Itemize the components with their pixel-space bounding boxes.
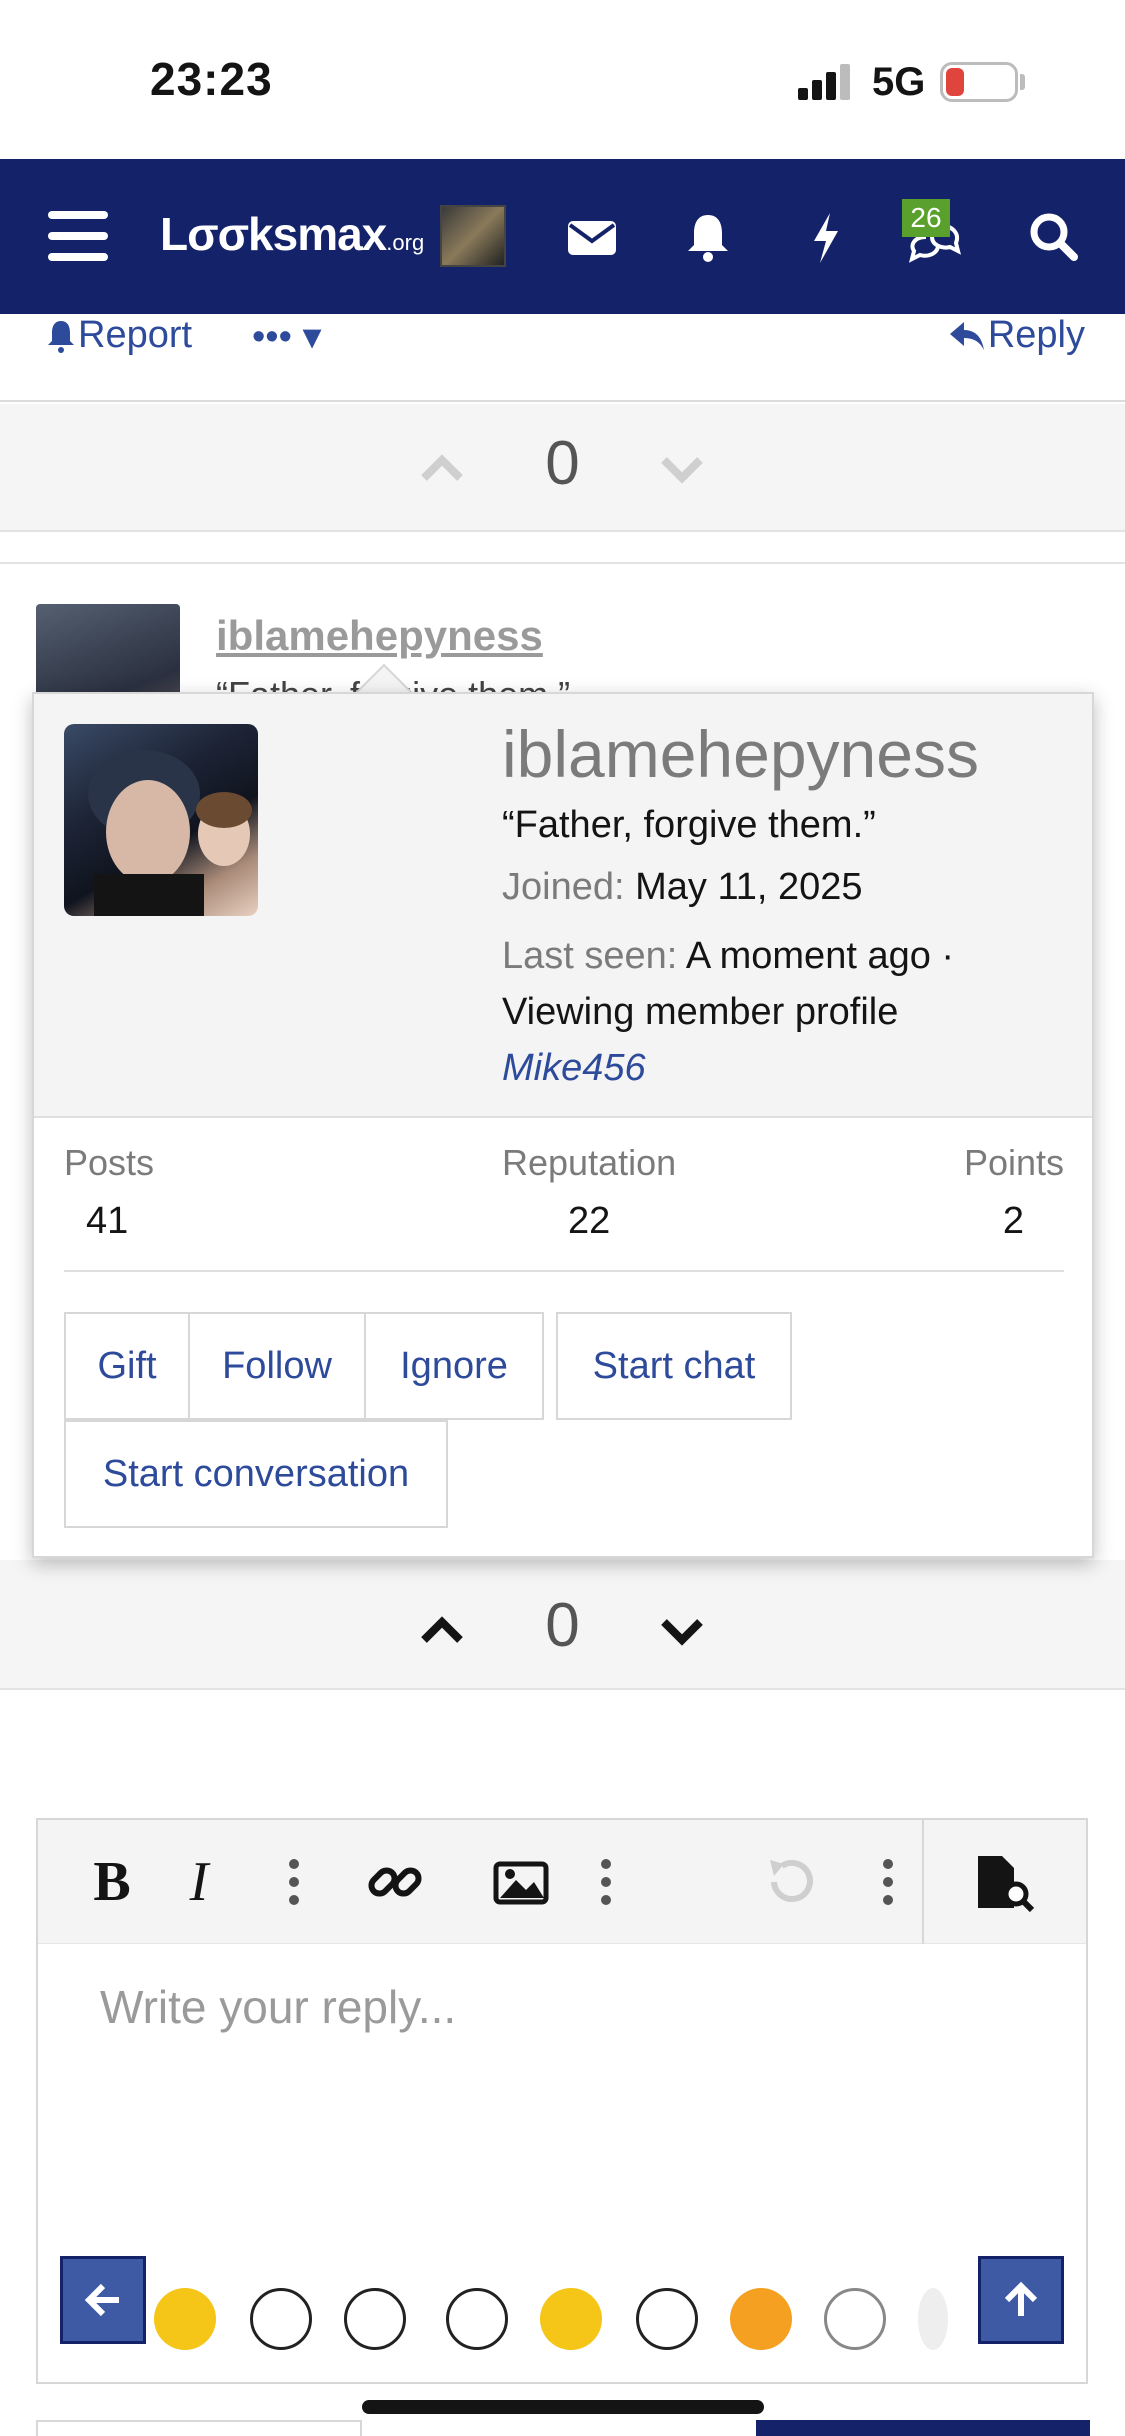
status-bar: 23:23 5G 10 [0, 0, 1125, 159]
home-indicator[interactable] [362, 2400, 764, 2414]
upvote-icon[interactable] [420, 1610, 464, 1650]
stat-posts[interactable]: Posts 41 [64, 1142, 154, 1243]
battery-level: 10 [962, 66, 996, 99]
more-vertical-icon[interactable] [868, 1852, 908, 1912]
stat-label: Posts [64, 1142, 155, 1183]
scroll-left-button[interactable] [60, 2256, 146, 2344]
undo-icon[interactable] [760, 1852, 820, 1912]
blush-smilie-icon[interactable] [730, 2288, 792, 2350]
arrow-up-icon [1004, 2281, 1038, 2316]
arrow-left-icon [84, 2283, 119, 2317]
last-seen-value: A moment ago · [685, 935, 955, 977]
bottom-button-left[interactable] [36, 2420, 362, 2436]
logo-main: Lσσksmax [160, 208, 387, 260]
toolbar-divider [922, 1820, 924, 1944]
site-logo[interactable]: Lσσksmax.org [160, 207, 424, 261]
bottom-button-right[interactable] [756, 2420, 1090, 2436]
joined-value: May 11, 2025 [635, 866, 863, 908]
battery-tip [1020, 74, 1025, 90]
rage-face-smilie-icon[interactable] [636, 2288, 698, 2350]
report-link[interactable]: Report [44, 314, 192, 357]
chevron-down-icon: ▾ [302, 316, 322, 358]
ignore-button[interactable]: Ignore [364, 1312, 544, 1420]
member-avatar[interactable] [64, 724, 258, 916]
start-conversation-button[interactable]: Start conversation [64, 1420, 448, 1528]
cope-wojak-smilie-icon[interactable] [446, 2288, 508, 2350]
vote-count: 0 [545, 1591, 580, 1660]
stat-points[interactable]: Points 2 [964, 1142, 1064, 1243]
reply-arrow-icon [949, 321, 984, 350]
stat-value: 22 [568, 1200, 611, 1242]
stat-label: Points [963, 1142, 1064, 1183]
logo-suffix: .org [386, 230, 425, 255]
battery-icon: 10 [940, 62, 1018, 102]
more-vertical-icon[interactable] [274, 1852, 314, 1912]
lightning-icon[interactable] [796, 207, 856, 267]
preview-icon[interactable] [972, 1852, 1038, 1912]
member-last-seen: Last seen: A moment ago · Viewing member… [502, 928, 1062, 1096]
laughing-smilie-icon[interactable] [540, 2288, 602, 2350]
downvote-icon[interactable] [660, 1610, 704, 1650]
search-icon[interactable] [1024, 207, 1084, 267]
clock: 23:23 [150, 53, 273, 105]
upvote-icon[interactable] [420, 448, 464, 488]
reply-editor: B I Write your reply... [36, 1818, 1088, 2384]
activity-link[interactable]: Mike456 [502, 1047, 646, 1089]
reply-label: Reply [987, 314, 1085, 356]
stat-reputation[interactable]: Reputation 22 [502, 1142, 676, 1243]
vote-bar-bottom: 0 [0, 1560, 1125, 1690]
image-icon[interactable] [490, 1852, 552, 1912]
smilie-bar [38, 2240, 1086, 2380]
member-user-title: “Father, forgive them.” [502, 804, 876, 846]
vote-bar-top: 0 [0, 404, 1125, 532]
more-dots: ••• [252, 316, 292, 358]
more-vertical-icon[interactable] [586, 1852, 626, 1912]
italic-icon[interactable]: I [174, 1851, 224, 1913]
signal-icon [798, 62, 854, 100]
bell-small-icon [48, 320, 74, 353]
comment-username[interactable]: iblamehepyness [216, 612, 543, 660]
alerts-badge: 26 [902, 199, 950, 237]
stat-label: Reputation [502, 1142, 677, 1183]
start-chat-button[interactable]: Start chat [556, 1312, 792, 1420]
report-label: Report [78, 314, 193, 356]
bold-icon[interactable]: B [82, 1851, 142, 1913]
member-stats: Posts 41 Reputation 22 Points 2 [64, 1142, 1064, 1272]
more-options-button[interactable]: ••• ▾ [252, 314, 322, 359]
crying-wojak-smilie-icon[interactable] [344, 2288, 406, 2350]
last-seen-label: Last seen: [502, 935, 678, 977]
menu-icon[interactable] [48, 211, 108, 261]
member-joined: Joined: May 11, 2025 [502, 866, 863, 909]
joined-label: Joined: [502, 866, 625, 908]
member-tooltip: iblamehepyness “Father, forgive them.” J… [32, 692, 1094, 1558]
post-action-bar: Report ••• ▾ Reply [0, 314, 1125, 402]
gift-button[interactable]: Gift [64, 1312, 190, 1420]
top-navbar: Lσσksmax.org 26 [0, 159, 1125, 314]
member-activity: Viewing member profile [502, 991, 899, 1033]
mail-icon[interactable] [562, 207, 622, 267]
wojak-smilie-icon[interactable] [250, 2288, 312, 2350]
reply-link[interactable]: Reply [948, 314, 1085, 357]
member-username[interactable]: iblamehepyness [502, 716, 979, 792]
follow-button[interactable]: Follow [188, 1312, 366, 1420]
partial-smilie-icon[interactable] [918, 2288, 948, 2350]
reply-input[interactable]: Write your reply... [100, 1980, 456, 2034]
link-icon[interactable] [364, 1852, 426, 1912]
tongue-smilie-icon[interactable] [154, 2288, 216, 2350]
avatar-photo [88, 750, 252, 916]
bell-icon[interactable] [678, 207, 738, 267]
network-type: 5G [872, 60, 926, 104]
member-tooltip-header: iblamehepyness “Father, forgive them.” J… [34, 694, 1092, 1118]
scroll-top-button[interactable] [978, 2256, 1064, 2344]
stat-value: 41 [86, 1200, 129, 1242]
vote-count: 0 [545, 429, 580, 498]
sad-wojak-smilie-icon[interactable] [824, 2288, 886, 2350]
stat-value: 2 [1002, 1200, 1024, 1242]
editor-toolbar: B I [38, 1820, 1086, 1944]
downvote-icon[interactable] [660, 448, 704, 488]
user-avatar-thumb[interactable] [440, 205, 506, 267]
